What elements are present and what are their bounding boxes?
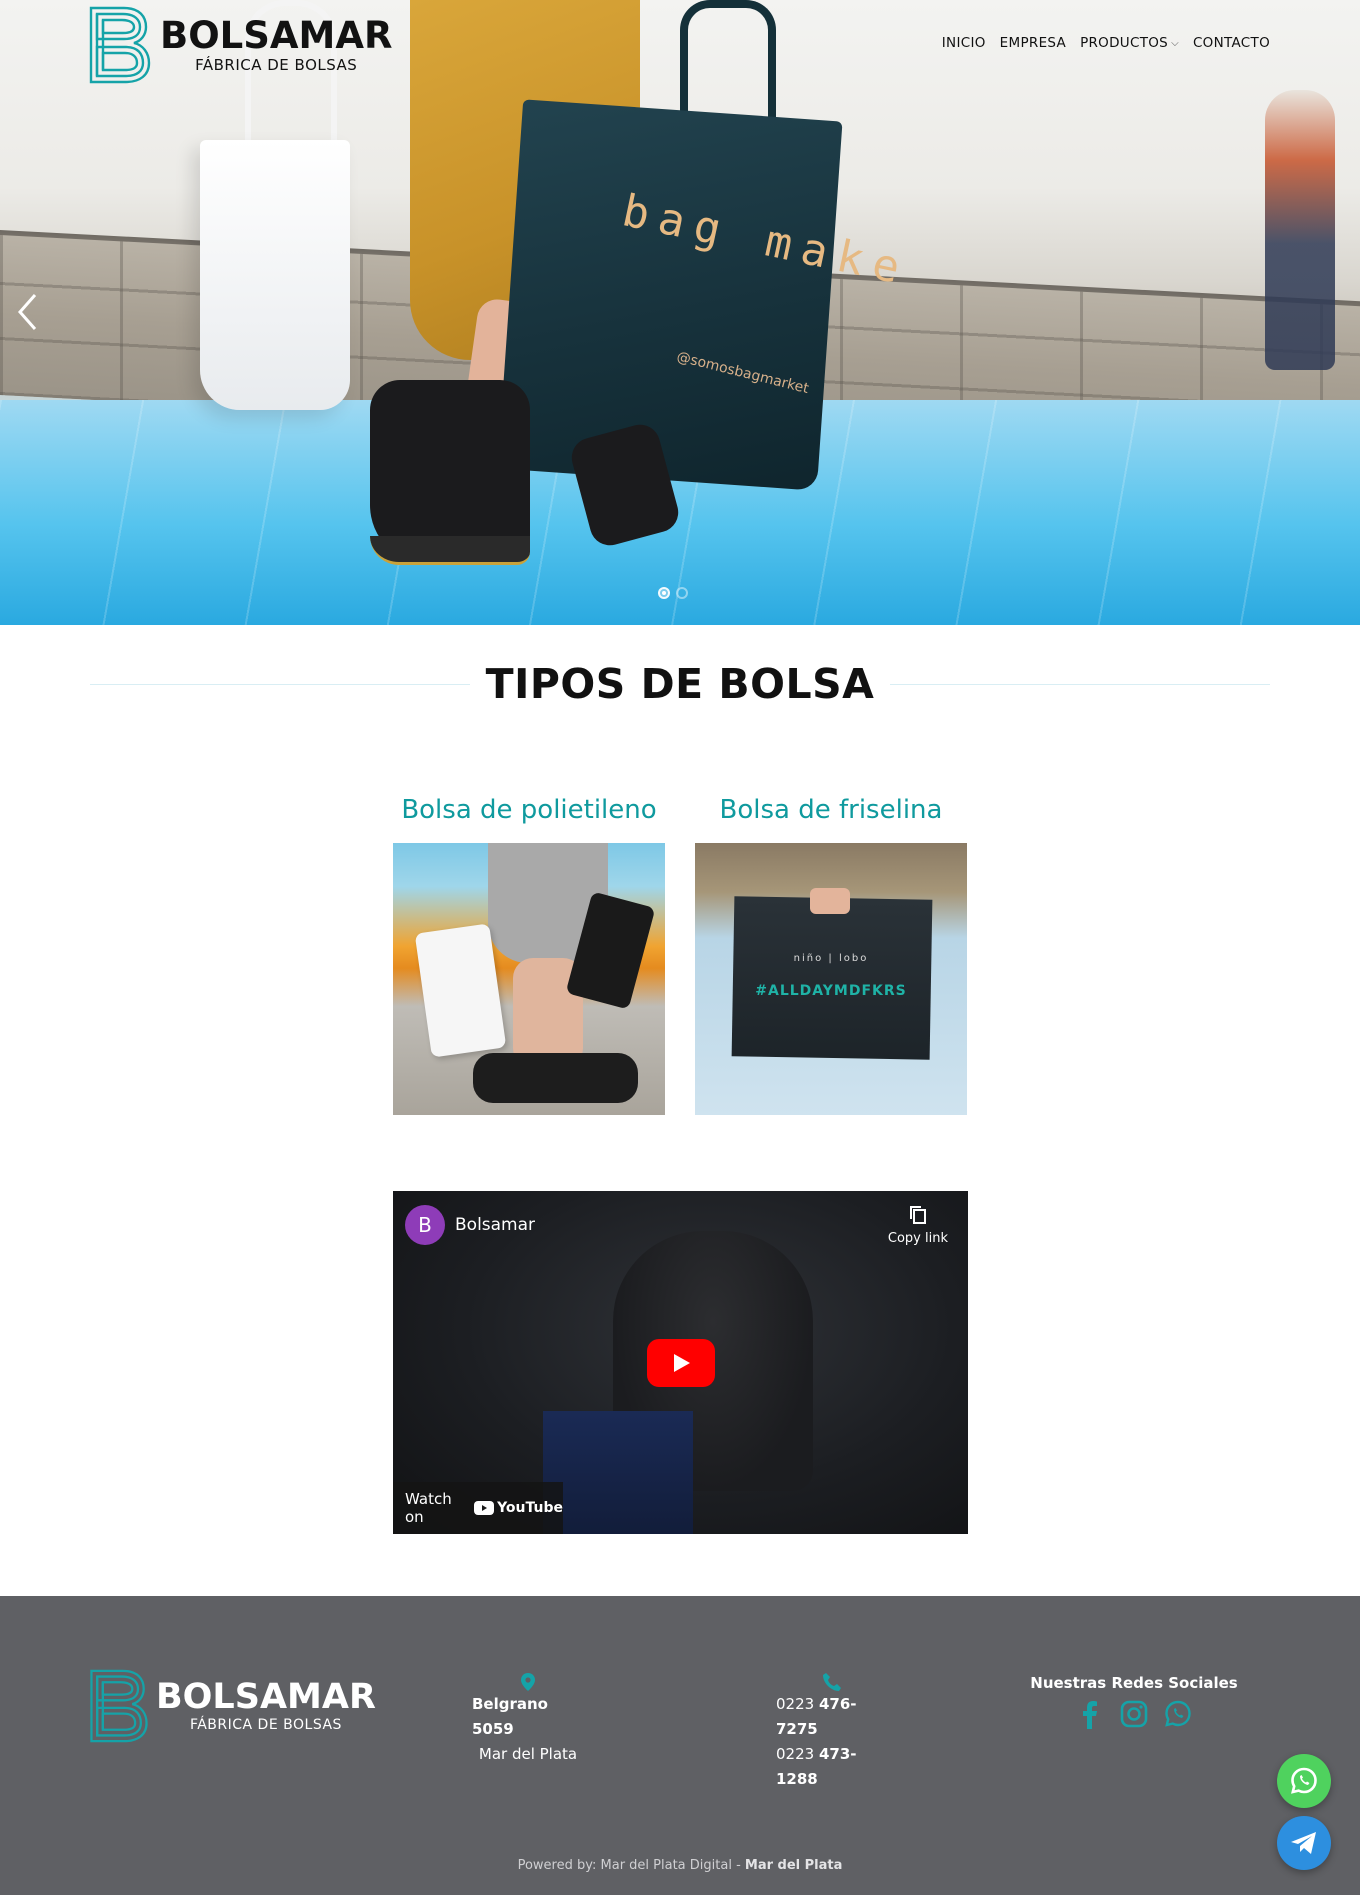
section-header: TIPOS DE BOLSA <box>90 660 1271 708</box>
photo-hand <box>810 888 850 914</box>
map-pin-icon <box>521 1673 535 1691</box>
hero-navy-bag <box>497 99 843 491</box>
chevron-down-icon: ⌵ <box>1171 37 1179 49</box>
photo-bag-brand: niño | lobo <box>793 953 869 964</box>
photo-bag-text: #ALLDAYMDFKRS <box>755 983 907 999</box>
powered-by: Powered by: Mar del Plata Digital - Mar … <box>0 1858 1360 1873</box>
photo-boots <box>473 1053 638 1103</box>
instagram-icon[interactable] <box>1119 1698 1149 1730</box>
whatsapp-icon[interactable] <box>1163 1698 1193 1730</box>
photo-white-bag <box>414 923 507 1058</box>
telegram-icon <box>1291 1832 1316 1854</box>
footer-logo-brand: BOLSAMAR <box>156 1676 376 1717</box>
logo-brand: BOLSAMAR <box>160 13 393 57</box>
hero-runner-figure <box>1265 90 1335 370</box>
photo-nonwoven-bag <box>731 896 933 1060</box>
watch-on-youtube-button[interactable]: Watch on YouTube <box>393 1482 563 1534</box>
social-title: Nuestras Redes Sociales <box>1030 1674 1238 1692</box>
phone-icon <box>823 1673 841 1691</box>
copy-icon <box>909 1206 926 1224</box>
nav-item-contacto[interactable]: CONTACTO <box>1193 35 1270 51</box>
hero-white-bag <box>200 140 350 410</box>
footer-logo-tagline: FÁBRICA DE BOLSAS <box>189 1716 342 1733</box>
nav-label: INICIO <box>941 35 986 51</box>
channel-name[interactable]: Bolsamar <box>455 1215 535 1235</box>
product-cards: Bolsa de polietileno Bolsa de friselina … <box>393 795 967 1115</box>
nav-label: CONTACTO <box>1192 35 1270 51</box>
whatsapp-icon <box>1291 1767 1317 1794</box>
footer-phones: 0223 476-7275 0223 473-1288 <box>776 1672 888 1792</box>
telegram-float-button[interactable] <box>1277 1816 1331 1870</box>
hero-boot <box>370 380 530 565</box>
nav-label: PRODUCTOS <box>1080 35 1169 51</box>
youtube-embed[interactable]: B Bolsamar Copy link Watch on YouTube <box>393 1191 968 1534</box>
watch-on-label: Watch on <box>405 1490 452 1526</box>
hero-slider: bag make @somosbagmarket <box>0 0 1360 625</box>
card-title[interactable]: Bolsa de friselina <box>720 795 943 825</box>
slider-dot-1[interactable] <box>658 587 670 599</box>
site-logo[interactable]: BOLSAMAR FÁBRICA DE BOLSAS <box>88 5 392 85</box>
play-button[interactable] <box>647 1339 715 1387</box>
section-title: TIPOS DE BOLSA <box>485 660 875 708</box>
phone-number-2[interactable]: 0223 473-1288 <box>776 1742 888 1792</box>
site-footer: BOLSAMAR FÁBRICA DE BOLSAS Belgrano 5059… <box>0 1596 1360 1895</box>
card-image-polietileno[interactable] <box>393 843 665 1115</box>
phone-prefix: 0223 <box>776 1695 815 1713</box>
slider-dots <box>658 587 688 599</box>
card-title[interactable]: Bolsa de polietileno <box>401 795 656 825</box>
footer-social: Nuestras Redes Sociales <box>1030 1674 1238 1730</box>
copy-link-button[interactable]: Copy link <box>888 1205 948 1246</box>
card-bolsa-friselina[interactable]: Bolsa de friselina niño | lobo #ALLDAYMD… <box>695 795 967 1115</box>
card-image-friselina[interactable]: niño | lobo #ALLDAYMDFKRS <box>695 843 967 1115</box>
youtube-icon <box>474 1501 495 1515</box>
video-thumbnail-box <box>543 1411 693 1534</box>
slider-prev-button[interactable] <box>12 290 42 334</box>
main-nav: INICIO EMPRESA PRODUCTOS ⌵ CONTACTO <box>942 35 1270 51</box>
card-bolsa-polietileno[interactable]: Bolsa de polietileno <box>393 795 665 1115</box>
slider-dot-2[interactable] <box>676 587 688 599</box>
logo-tagline: FÁBRICA DE BOLSAS <box>195 55 358 74</box>
powered-by-text[interactable]: Powered by: Mar del Plata Digital - <box>518 1858 745 1873</box>
youtube-wordmark: YouTube <box>497 1500 563 1516</box>
nav-item-productos[interactable]: PRODUCTOS ⌵ <box>1080 35 1179 51</box>
nav-item-empresa[interactable]: EMPRESA <box>1000 35 1066 51</box>
footer-logo[interactable]: BOLSAMAR FÁBRICA DE BOLSAS <box>88 1668 376 1744</box>
phone-number-1[interactable]: 0223 476-7275 <box>776 1692 888 1742</box>
channel-avatar[interactable]: B <box>405 1205 445 1245</box>
divider <box>90 683 470 685</box>
nav-label: EMPRESA <box>999 35 1067 51</box>
copy-link-label: Copy link <box>887 1231 948 1246</box>
bolsamar-b-logo-icon <box>90 1669 148 1743</box>
facebook-icon[interactable] <box>1075 1698 1105 1730</box>
footer-logo-words: BOLSAMAR FÁBRICA DE BOLSAS <box>156 1676 376 1733</box>
address-line-1: Belgrano 5059 <box>472 1695 548 1738</box>
divider <box>890 683 1271 685</box>
address-line-2: Mar del Plata <box>478 1745 578 1763</box>
phone-prefix: 0223 <box>776 1745 815 1763</box>
whatsapp-float-button[interactable] <box>1277 1754 1331 1808</box>
nav-item-inicio[interactable]: INICIO <box>942 35 986 51</box>
chevron-left-icon <box>17 294 37 330</box>
youtube-logo: YouTube <box>474 1500 563 1516</box>
footer-address: Belgrano 5059 Mar del Plata <box>472 1672 584 1767</box>
bolsamar-b-logo-icon <box>89 6 151 84</box>
powered-by-city[interactable]: Mar del Plata <box>745 1858 843 1873</box>
play-icon <box>674 1354 690 1372</box>
social-icons <box>1075 1698 1193 1730</box>
